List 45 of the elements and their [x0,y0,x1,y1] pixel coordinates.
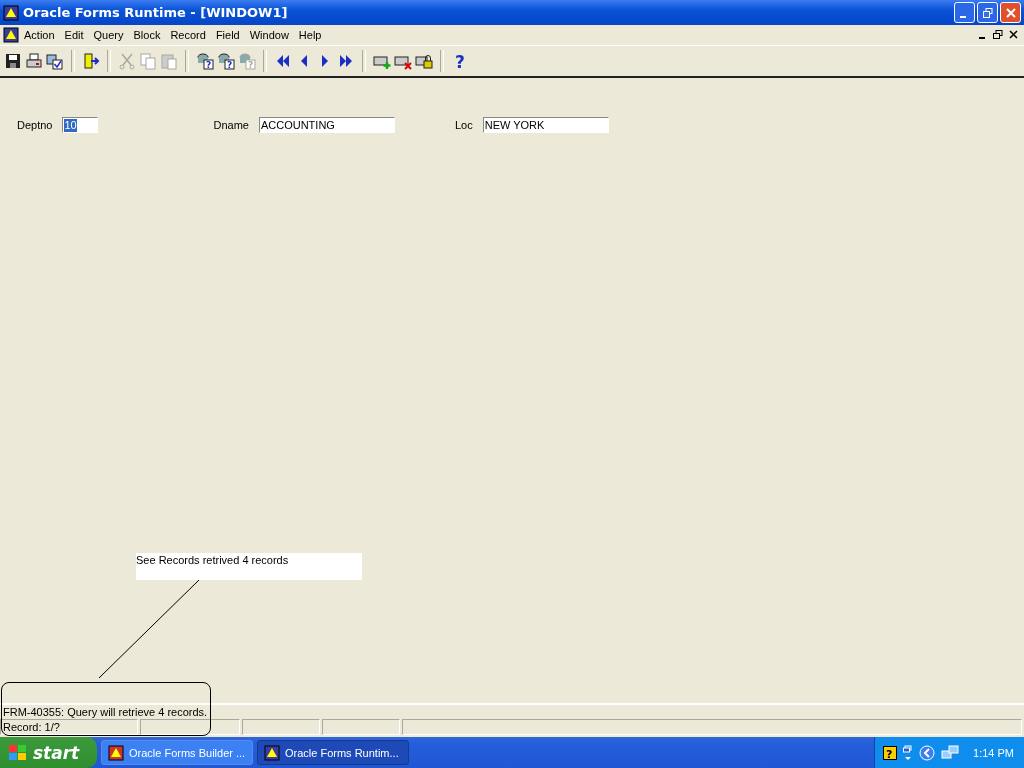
menu-item[interactable]: Edit [59,29,89,41]
check-icon[interactable] [46,52,64,70]
last-icon[interactable] [337,52,355,70]
record-indicator: Record: 1/? [0,719,138,735]
exit-icon[interactable] [82,52,100,70]
close-icon[interactable] [1009,30,1019,40]
print-icon[interactable] [25,52,43,70]
menu-item[interactable]: Record [165,29,211,41]
menu-item[interactable]: Query [88,29,129,41]
restore-icon[interactable] [993,30,1003,40]
app-icon [264,744,280,761]
menu-item[interactable]: Action [19,29,60,41]
network-icon[interactable] [941,744,960,761]
taskbar-button[interactable]: Oracle Forms Builder ... [101,740,253,765]
text-field[interactable]: 10 [62,117,99,133]
save-icon[interactable] [4,52,22,70]
app-icon [3,27,19,43]
field-label: Dname [213,119,249,131]
help-icon[interactable]: ? [451,52,469,70]
chevron-icon[interactable] [919,744,936,761]
field-label: Deptno [17,119,53,131]
help-icon[interactable]: ? [883,745,898,760]
restore-button[interactable] [977,2,998,23]
window-title: Oracle Forms Runtime - [WINDOW1] [23,5,289,20]
taskbar-button[interactable]: Oracle Forms Runtim... [257,740,409,765]
minimize-button[interactable] [954,2,975,23]
text-field[interactable]: ACCOUNTING [258,117,395,133]
close-button[interactable] [1000,2,1021,23]
menu-item[interactable]: Field [210,29,245,41]
status-message: FRM-40355: Query will retrieve 4 records. [2,705,209,719]
clock: 1:14 PM [973,746,1014,759]
close-icon [1005,7,1016,18]
windows-logo-icon [8,743,28,762]
lock-icon[interactable] [415,52,433,70]
app-icon [108,744,124,761]
text-field[interactable]: NEW YORK [482,117,609,133]
minimize-icon [960,15,966,18]
callout-note: See Records retrived 4 records [136,553,362,580]
app-icon [3,4,19,21]
menu-item[interactable]: Help [293,29,327,41]
menu-item[interactable]: Window [244,29,294,41]
field-label: Loc [454,119,473,131]
start-button[interactable]: start [0,737,97,768]
menu-item[interactable]: Block [128,29,166,41]
restore-icon [982,7,993,18]
